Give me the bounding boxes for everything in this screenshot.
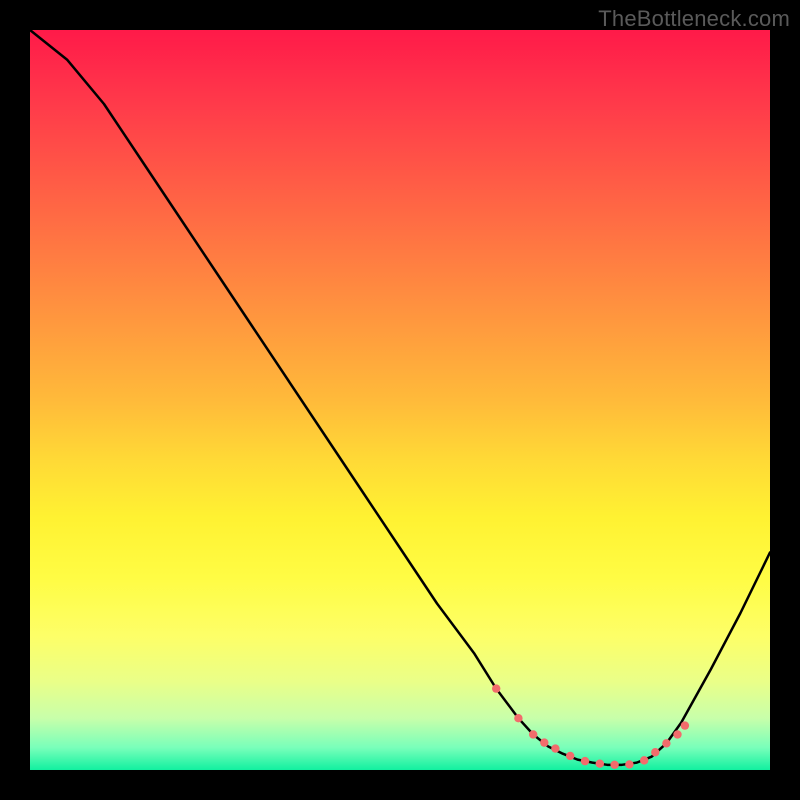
highlight-dot: [651, 748, 659, 756]
highlight-dot: [540, 738, 548, 746]
highlight-dot: [610, 761, 618, 769]
chart-container: TheBottleneck.com: [0, 0, 800, 800]
highlight-dot: [681, 721, 689, 729]
highlight-dot: [529, 730, 537, 738]
highlight-dot: [581, 757, 589, 765]
highlight-dots: [492, 684, 689, 769]
highlight-dot: [566, 752, 574, 760]
plot-area: [30, 30, 770, 770]
bottleneck-curve: [30, 30, 770, 765]
highlight-dot: [625, 760, 633, 768]
curve-svg: [30, 30, 770, 770]
highlight-dot: [514, 714, 522, 722]
highlight-dot: [640, 756, 648, 764]
watermark-text: TheBottleneck.com: [598, 6, 790, 32]
highlight-dot: [662, 739, 670, 747]
highlight-dot: [551, 744, 559, 752]
highlight-dot: [492, 684, 500, 692]
highlight-dot: [596, 760, 604, 768]
highlight-dot: [673, 730, 681, 738]
